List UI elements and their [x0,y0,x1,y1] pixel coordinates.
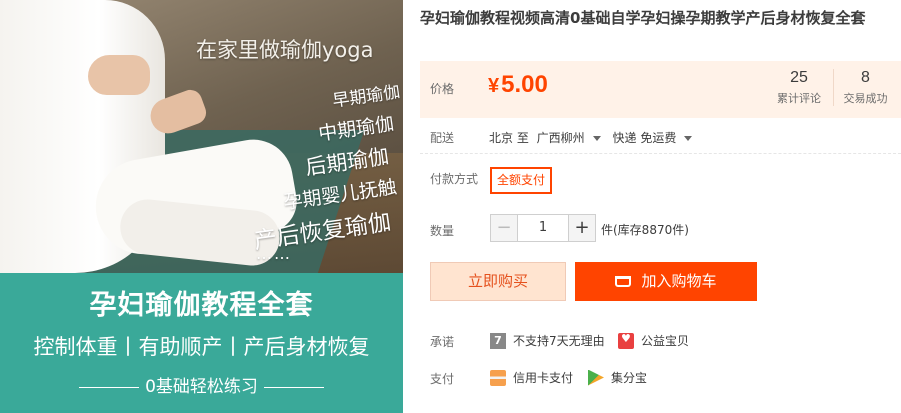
reviews-stat[interactable]: 25 累计评论 [767,69,831,106]
sales-count: 8 [861,69,870,86]
delivery-label: 配送 [430,131,455,145]
price-label: 价格 [430,82,455,96]
price-amount: 5.00 [501,71,548,98]
quantity-decrease-button[interactable]: − [490,214,518,242]
delivery-method: 快递 免运费 [612,131,677,145]
banner-title: 孕妇瑜伽教程全套 [89,290,314,321]
charity-icon [618,332,634,349]
pay-text: 信用卡支付 [513,371,574,385]
add-to-cart-button[interactable]: 加入购物车 [575,262,757,301]
pay-item-jifenbao[interactable]: 集分宝 [588,369,647,386]
sales-label: 交易成功 [843,92,888,105]
quantity-input[interactable]: 1 [518,214,568,242]
promise-item-no-return[interactable]: 7 不支持7天无理由 [490,332,605,349]
stock-text: 件(库存8870件) [601,223,689,237]
product-main-image[interactable]: 在家里做瑜伽yoga 早期瑜伽 中期瑜伽 后期瑜伽 孕期婴儿抚触 产后恢复瑜伽 … [0,0,403,413]
buy-now-button[interactable]: 立即购买 [430,262,566,301]
credit-card-icon [490,369,506,386]
add-to-cart-label: 加入购物车 [641,272,717,290]
photo-overlay-heading: 在家里做瑜伽yoga [196,38,374,62]
quantity-label: 数量 [430,224,455,238]
delivery-from: 北京 至 [489,131,529,145]
promise-item-charity[interactable]: 公益宝贝 [618,332,689,349]
payment-option-full[interactable]: 全额支付 [490,167,553,194]
chevron-down-icon [684,136,693,141]
jifenbao-icon [588,369,604,386]
promise-label: 承诺 [430,335,455,349]
photo-overlay-ellipsis: …… [256,244,292,263]
product-photo: 在家里做瑜伽yoga 早期瑜伽 中期瑜伽 后期瑜伽 孕期婴儿抚触 产后恢复瑜伽 … [0,0,403,280]
pay-text: 集分宝 [611,371,648,385]
banner-footer-rule [79,386,140,388]
delivery-destination-select[interactable]: 广西柳州 [537,131,605,145]
photo-overlay-line: 早期瑜伽 [331,82,402,112]
price-value: ¥5.00 [488,71,548,99]
pay-label: 支付 [430,372,455,386]
product-title: 孕妇瑜伽教程视频高清0基础自学孕妇操孕期教学产后身材恢复全套 [420,9,866,27]
quantity-increase-button[interactable]: + [568,214,596,242]
product-banner: 孕妇瑜伽教程全套 控制体重丨有助顺产丨产后身材恢复 0基础轻松练习 [0,273,403,413]
sales-stat: 8 交易成功 [833,69,897,106]
promise-text: 不支持7天无理由 [513,334,605,348]
price-panel: 价格 ¥5.00 25 累计评论 8 交易成功 [420,61,901,118]
payment-method-label: 付款方式 [430,172,479,186]
quantity-stepper: − 1 + [490,214,596,242]
delivery-method-select[interactable]: 快递 免运费 [613,131,697,145]
currency-symbol: ¥ [488,75,500,97]
photo-hand [88,55,150,95]
delivery-row: 北京 至 广西柳州 快递 免运费 [489,129,700,146]
banner-footer-rule [263,386,324,388]
banner-footer: 0基础轻松练习 [0,372,403,397]
banner-subtitle: 控制体重丨有助顺产丨产后身材恢复 [33,335,370,359]
reviews-count: 25 [790,69,808,86]
banner-footer-text: 0基础轻松练习 [145,377,258,397]
cart-icon [615,276,632,287]
reviews-label: 累计评论 [777,92,821,105]
chevron-down-icon [592,136,601,141]
promise-text: 公益宝贝 [641,334,690,348]
delivery-destination: 广西柳州 [536,131,585,145]
section-divider [420,153,901,154]
pay-item-credit-card[interactable]: 信用卡支付 [490,369,573,386]
seven-day-icon: 7 [490,332,506,349]
